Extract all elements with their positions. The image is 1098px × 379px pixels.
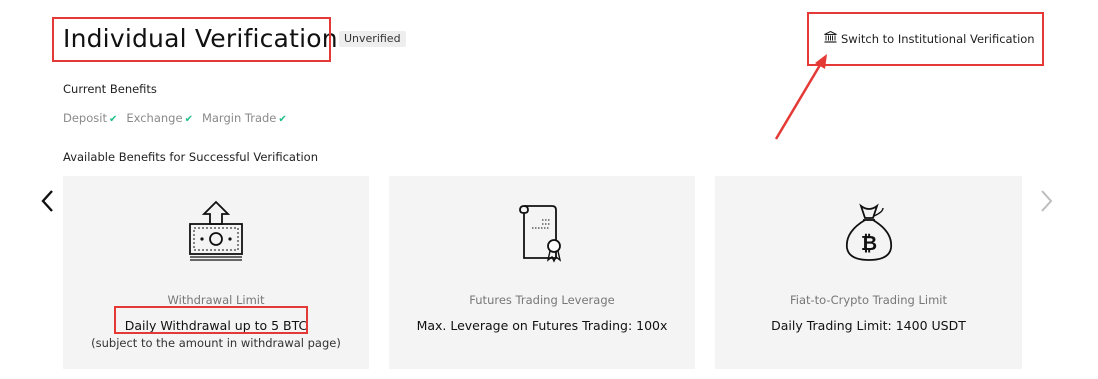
card-label: Fiat-to-Crypto Trading Limit xyxy=(789,293,947,307)
chevron-left-icon xyxy=(41,190,53,212)
status-badge: Unverified xyxy=(339,31,406,47)
card-value: Max. Leverage on Futures Trading: 100x xyxy=(416,318,668,333)
check-icon: ✔ xyxy=(184,114,193,125)
benefit-exchange: Exchange ✔ xyxy=(126,111,193,125)
card-label: Futures Trading Leverage xyxy=(469,293,615,307)
benefit-card-futures: Futures Trading Leverage Max. Leverage o… xyxy=(389,176,695,369)
carousel-prev-button[interactable] xyxy=(34,184,60,218)
annotation-arrow xyxy=(774,54,827,140)
chevron-right-icon xyxy=(1041,190,1053,212)
card-note: (subject to the amount in withdrawal pag… xyxy=(91,336,341,350)
current-benefits-list: Deposit ✔ Exchange ✔ Margin Trade ✔ xyxy=(63,111,287,125)
check-icon: ✔ xyxy=(108,114,118,125)
withdrawal-icon xyxy=(186,200,246,268)
certificate-icon xyxy=(512,200,572,270)
card-label: Withdrawal Limit xyxy=(167,293,265,307)
check-icon: ✔ xyxy=(278,114,287,125)
carousel-next-button[interactable] xyxy=(1034,184,1060,218)
available-benefits-label: Available Benefits for Successful Verifi… xyxy=(63,150,318,164)
benefit-deposit: Deposit ✔ xyxy=(63,111,118,125)
benefit-margin-trade: Margin Trade ✔ xyxy=(201,111,287,125)
switch-highlight-box xyxy=(807,12,1044,66)
current-benefits-label: Current Benefits xyxy=(63,82,157,96)
card-value: Daily Trading Limit: 1400 USDT xyxy=(771,318,966,333)
benefit-card-withdrawal: Withdrawal Limit Daily Withdrawal up to … xyxy=(63,176,369,369)
svg-text:₿: ₿ xyxy=(860,231,876,255)
benefit-card-fiat-to-crypto: ₿ Fiat-to-Crypto Trading Limit Daily Tra… xyxy=(715,176,1022,369)
withdrawal-value-highlight-box xyxy=(114,306,308,334)
bitcoin-bag-icon: ₿ xyxy=(839,200,899,268)
title-highlight-box xyxy=(52,17,331,62)
